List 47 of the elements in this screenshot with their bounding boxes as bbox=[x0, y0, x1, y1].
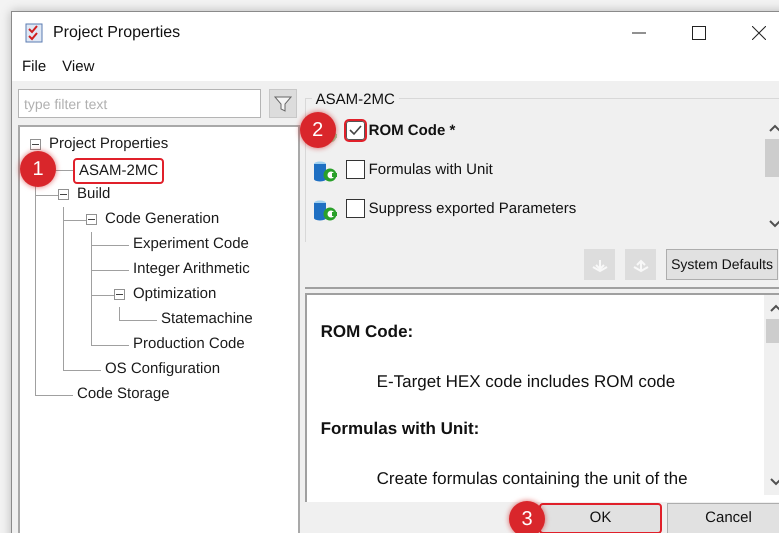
tree-item[interactable]: Build bbox=[73, 183, 114, 205]
tree-item[interactable]: Integer Arithmetic bbox=[129, 258, 254, 280]
checkbox[interactable] bbox=[346, 121, 365, 140]
tree-item[interactable]: Optimization bbox=[129, 283, 220, 305]
step-badge: 3 bbox=[509, 501, 545, 533]
collapse-toggle[interactable] bbox=[58, 189, 69, 200]
scroll-down-icon[interactable] bbox=[769, 477, 779, 487]
checkbox[interactable] bbox=[346, 199, 365, 218]
collapse-toggle[interactable] bbox=[30, 139, 41, 150]
tree-item[interactable]: Code Generation bbox=[101, 208, 224, 230]
scroll-thumb[interactable] bbox=[765, 139, 779, 177]
scroll-up-icon[interactable] bbox=[768, 123, 779, 133]
component-icon bbox=[312, 199, 338, 223]
help-text: E-Target HEX code includes ROM code bbox=[376, 370, 676, 392]
option-label[interactable]: Formulas with Unit bbox=[368, 160, 493, 179]
checklist-icon bbox=[25, 22, 43, 42]
checkbox[interactable] bbox=[346, 160, 365, 179]
system-defaults-button[interactable]: System Defaults bbox=[666, 249, 778, 280]
tree-item[interactable]: ASAM-2MC bbox=[73, 158, 164, 184]
filter-field[interactable]: type filter text bbox=[18, 89, 261, 118]
tree-item[interactable]: OS Configuration bbox=[101, 358, 224, 380]
collapse-toggle[interactable] bbox=[114, 289, 125, 300]
menu-item[interactable]: File bbox=[22, 56, 46, 78]
tree-item[interactable]: Statemachine bbox=[157, 308, 257, 330]
filter-button[interactable] bbox=[269, 89, 297, 118]
help-heading: Formulas with Unit: bbox=[320, 418, 480, 440]
menu-item[interactable]: View bbox=[62, 56, 94, 78]
option-label[interactable]: ROM Code * bbox=[368, 121, 456, 140]
tree-item[interactable]: Production Code bbox=[129, 333, 249, 355]
funnel-icon bbox=[274, 94, 292, 112]
dialog-button[interactable]: OK bbox=[539, 503, 662, 533]
option-label[interactable]: Suppress exported Parameters bbox=[368, 199, 576, 218]
check-icon bbox=[348, 125, 362, 136]
help-heading: ROM Code: bbox=[320, 321, 414, 343]
collapse-toggle[interactable] bbox=[86, 214, 97, 225]
step-badge: 2 bbox=[300, 112, 336, 148]
tree-item[interactable]: Code Storage bbox=[73, 383, 174, 405]
tree-item[interactable]: Experiment Code bbox=[129, 233, 253, 255]
window-title: Project Properties bbox=[53, 22, 180, 42]
dialog-button[interactable]: Cancel bbox=[667, 503, 779, 533]
component-icon bbox=[312, 160, 338, 184]
scroll-up-icon[interactable] bbox=[769, 303, 779, 313]
help-text: Create formulas containing the unit of the bbox=[376, 468, 689, 490]
step-badge: 1 bbox=[20, 151, 56, 187]
maximize-icon[interactable] bbox=[692, 26, 706, 40]
close-icon[interactable] bbox=[752, 26, 766, 40]
scroll-down-icon[interactable] bbox=[768, 219, 779, 229]
